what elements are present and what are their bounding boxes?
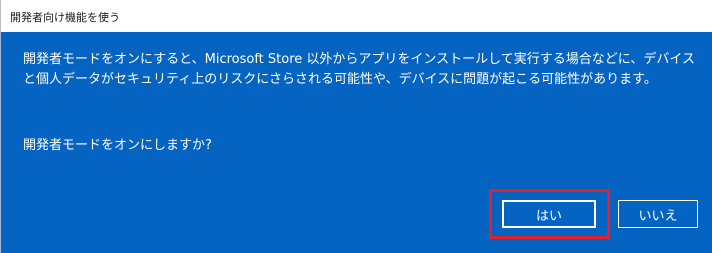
dialog-question: 開発者モードをオンにしますか?: [23, 138, 212, 153]
dialog-content: 開発者モードをオンにすると、Microsoft Store 以外からアプリをイン…: [0, 32, 712, 253]
no-button[interactable]: いいえ: [618, 200, 698, 228]
dialog-titlebar: 開発者向け機能を使う: [0, 0, 712, 32]
dialog-title: 開発者向け機能を使う: [10, 11, 120, 24]
developer-mode-dialog: 開発者向け機能を使う 開発者モードをオンにすると、Microsoft Store…: [0, 0, 712, 253]
yes-button[interactable]: はい: [502, 200, 596, 228]
dialog-message: 開発者モードをオンにすると、Microsoft Store 以外からアプリをイン…: [23, 52, 695, 87]
